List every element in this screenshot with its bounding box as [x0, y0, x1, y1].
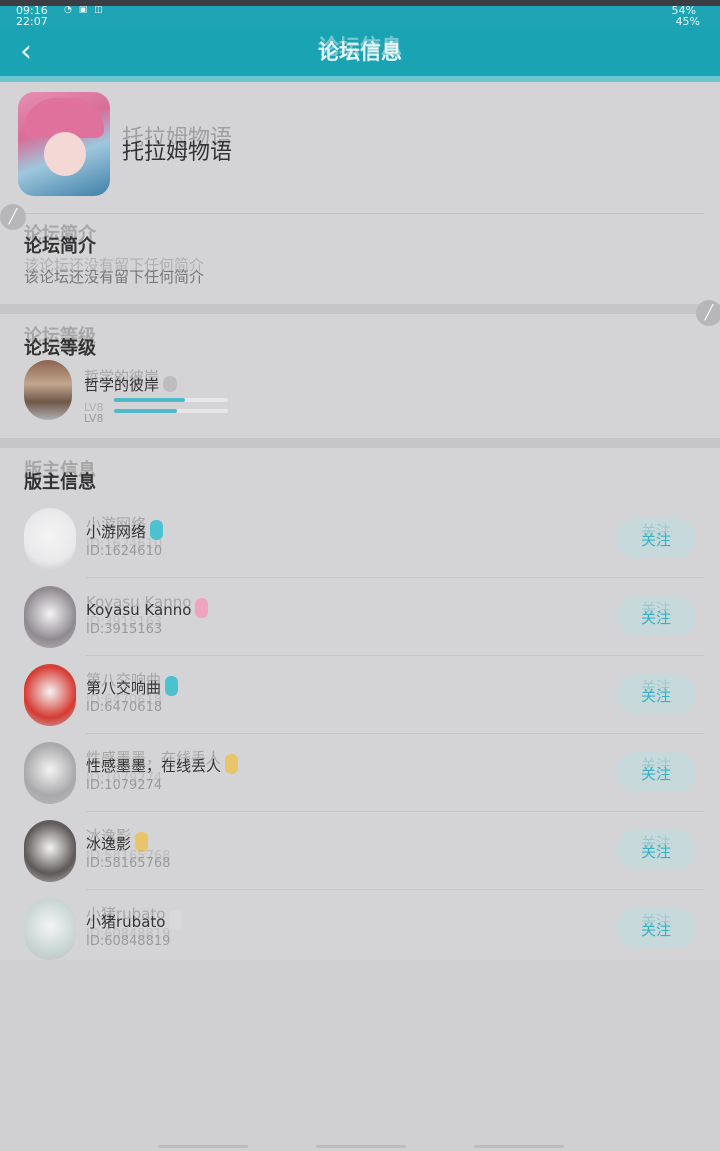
moderator-id: ID:3915163 [86, 622, 163, 637]
follow-button[interactable]: 关注 [616, 518, 696, 558]
status-bar: 09:16 22:07 ◔ ▣ ◫ 54% 45% [0, 0, 720, 28]
moderator-name: 性感墨墨，在线丢人 [86, 754, 239, 776]
level-badge-icon [225, 754, 239, 774]
intro-title: 论坛简介 [24, 236, 96, 257]
moderator-id: ID:58165768 [86, 856, 171, 871]
edit-icon[interactable]: ╱ [0, 204, 26, 230]
follow-button[interactable]: 关注 [616, 830, 696, 870]
page-title: 论坛信息 [318, 40, 402, 64]
avatar[interactable] [24, 898, 76, 960]
battery-level-secondary: 45% [675, 15, 700, 28]
moderator-row[interactable]: Koyasu Kanno ID:3915163 关注 [0, 578, 720, 656]
forum-name: 托拉姆物语 [122, 140, 233, 165]
level-badge-icon [165, 676, 179, 696]
notification-icons: ◔ ▣ ◫ [64, 5, 105, 15]
moderator-name: 小游网络 [86, 520, 164, 542]
level-badge-icon [195, 598, 209, 618]
forum-level-card: 论坛等级 哲学的彼岸 LV8 LV8 [0, 314, 720, 438]
intro-text: 该论坛还没有留下任何简介 [24, 268, 205, 286]
moderator-row[interactable]: 性感墨墨，在线丢人 ID:1079274 关注 [0, 734, 720, 812]
app-bar: ‹ 论坛信息 [0, 28, 720, 82]
follow-button[interactable]: 关注 [616, 908, 696, 948]
moderator-row[interactable]: 冰逸影 ID:58165768 关注 [0, 812, 720, 890]
edit-icon[interactable]: ╱ [696, 300, 720, 326]
level-badge-icon [163, 376, 178, 392]
level-label: LV8 LV8 [84, 401, 104, 425]
level-user-name: 哲学的彼岸 [84, 374, 178, 395]
avatar[interactable] [24, 820, 76, 882]
level-badge-icon [150, 520, 164, 540]
level-progress-bar [114, 409, 228, 413]
avatar[interactable] [24, 742, 76, 804]
moderator-row[interactable]: 小猪rubato ID:60848819 关注 [0, 890, 720, 968]
moderator-id: ID:60848819 [86, 934, 171, 949]
moderator-name: Koyasu Kanno [86, 598, 209, 619]
level-progress-bar [114, 398, 228, 402]
section-separator [0, 438, 720, 448]
forum-info-card: 托拉姆物语 论坛简介 该论坛还没有留下任何简介 [0, 82, 720, 304]
nav-bar [0, 1140, 720, 1151]
level-badge-icon [135, 832, 149, 852]
forum-logo [18, 92, 110, 196]
divider [24, 213, 704, 214]
moderator-row[interactable]: 第八交响曲 ID:6470618 关注 [0, 656, 720, 734]
moderator-name: 小猪rubato [86, 910, 183, 932]
moderator-row[interactable]: 小游网络 ID:1624610 关注 [0, 500, 720, 578]
follow-button[interactable]: 关注 [616, 752, 696, 792]
moderators-title: 版主信息 [24, 472, 96, 493]
moderator-id: ID:6470618 [86, 700, 163, 715]
avatar[interactable] [24, 360, 72, 420]
moderator-id: ID:1624610 [86, 544, 163, 559]
moderator-name: 第八交响曲 [86, 676, 179, 698]
avatar[interactable] [24, 586, 76, 648]
moderator-name: 冰逸影 [86, 832, 149, 854]
follow-button[interactable]: 关注 [616, 596, 696, 636]
moderators-card: 版主信息 小游网络 ID:1624610 关注 Koyasu Kanno ID:3915… [0, 448, 720, 960]
level-title: 论坛等级 [24, 338, 96, 359]
avatar[interactable] [24, 508, 76, 570]
status-time-secondary: 22:07 [16, 15, 48, 28]
moderator-id: ID:1079274 [86, 778, 163, 793]
follow-button[interactable]: 关注 [616, 674, 696, 714]
avatar[interactable] [24, 664, 76, 726]
level-badge-icon [169, 910, 183, 930]
section-separator [0, 304, 720, 314]
